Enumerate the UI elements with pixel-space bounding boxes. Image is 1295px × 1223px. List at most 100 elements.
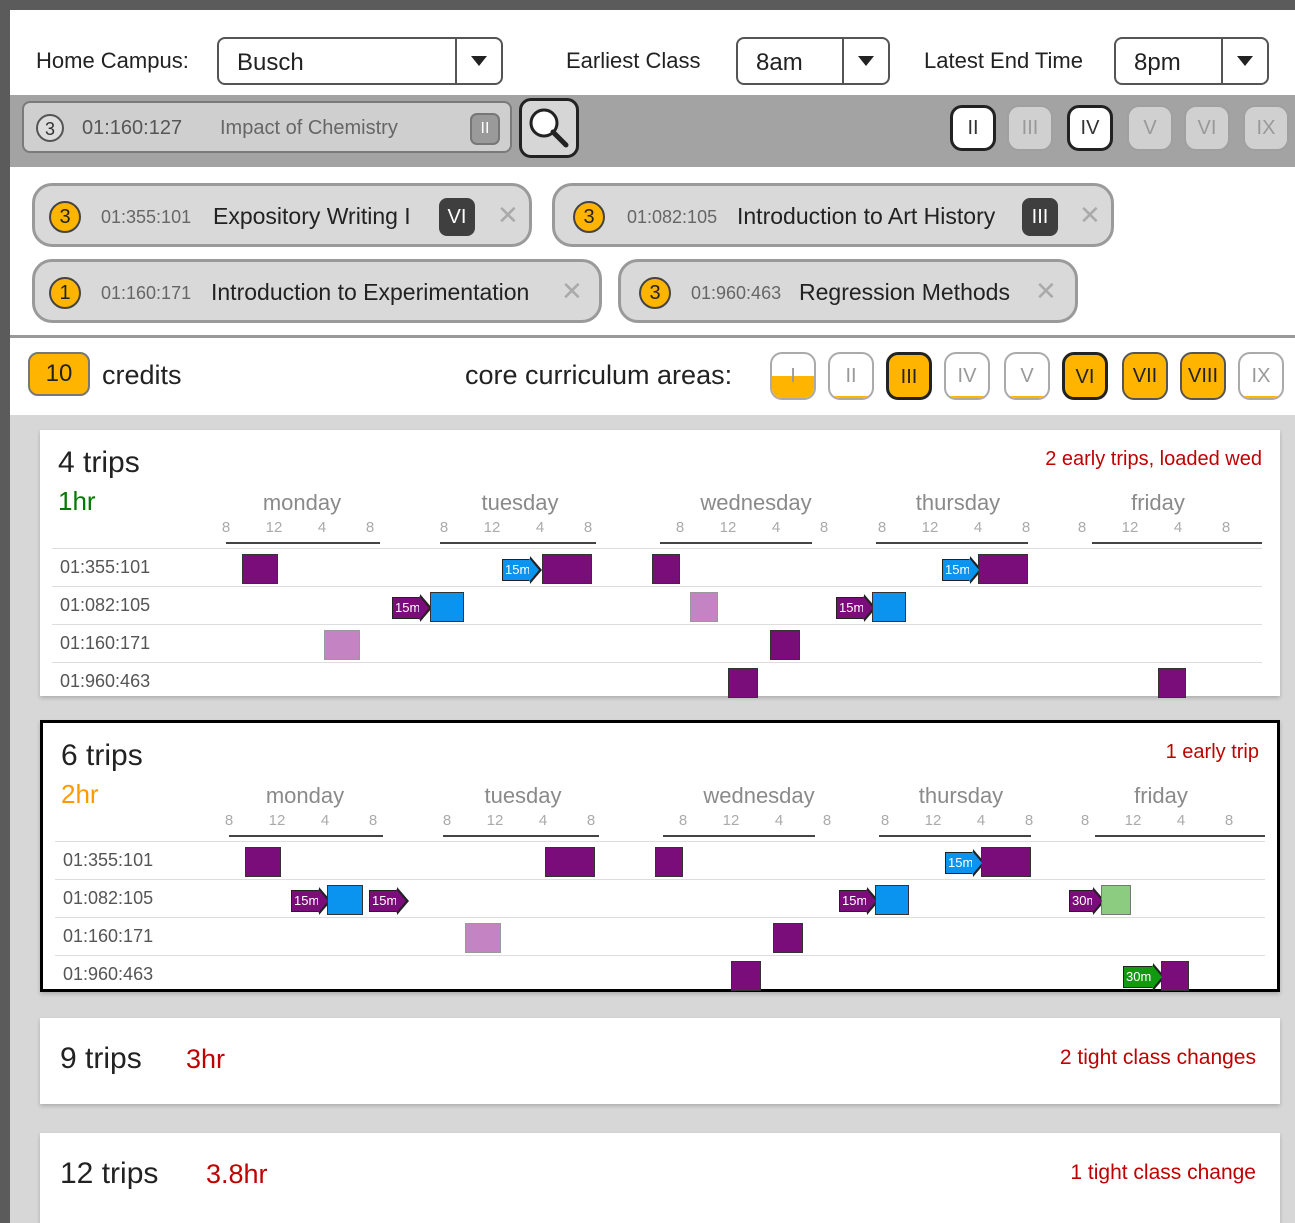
class-block[interactable] bbox=[324, 630, 360, 660]
hour-tick: 4 bbox=[317, 519, 327, 536]
class-block[interactable] bbox=[242, 554, 278, 584]
close-icon[interactable]: ✕ bbox=[497, 201, 519, 229]
latest-end-select[interactable]: 8pm bbox=[1114, 37, 1269, 85]
row-divider bbox=[55, 917, 1265, 918]
home-campus-select[interactable]: Busch bbox=[217, 37, 503, 85]
travel-arrow: 30m bbox=[1069, 887, 1105, 915]
hour-tick: 12 bbox=[719, 519, 737, 536]
credits-circle: 3 bbox=[573, 201, 605, 233]
close-icon[interactable]: ✕ bbox=[1035, 277, 1057, 305]
class-block[interactable] bbox=[327, 885, 363, 915]
course-pill[interactable]: 3 01:355:101 Expository Writing I VI ✕ bbox=[32, 183, 532, 247]
core-area-chip[interactable]: IX bbox=[1238, 352, 1284, 400]
course-search-input[interactable]: 3 01:160:127 Impact of Chemistry II bbox=[22, 101, 512, 153]
core-area-chip[interactable]: VI bbox=[1062, 352, 1108, 400]
area-filter-v[interactable]: V bbox=[1127, 105, 1173, 151]
course-code: 01:355:101 bbox=[101, 207, 192, 227]
row-divider bbox=[52, 624, 1262, 625]
hour-tick: 8 bbox=[822, 812, 832, 829]
area-filter-ix[interactable]: IX bbox=[1243, 105, 1289, 151]
row-divider bbox=[52, 586, 1262, 587]
search-button[interactable] bbox=[519, 98, 579, 158]
hour-tick: 12 bbox=[483, 519, 501, 536]
core-area-label: II bbox=[845, 365, 857, 387]
core-area-chip[interactable]: II bbox=[828, 352, 874, 400]
hour-tick: 8 bbox=[1077, 519, 1087, 536]
course-pill[interactable]: 1 01:160:171 Introduction to Experimenta… bbox=[32, 259, 602, 323]
core-area-chip[interactable]: I bbox=[770, 352, 816, 400]
area-filter-iii[interactable]: III bbox=[1007, 105, 1053, 151]
schedule-option[interactable]: 4 trips 1hr 2 early trips, loaded wed mo… bbox=[40, 430, 1280, 698]
chevron-down-icon[interactable] bbox=[455, 39, 501, 83]
hour-tick: 4 bbox=[973, 519, 983, 536]
class-block[interactable] bbox=[465, 923, 501, 953]
class-block[interactable] bbox=[1161, 961, 1189, 991]
class-block[interactable] bbox=[978, 554, 1028, 584]
core-area-chip[interactable]: VIII bbox=[1180, 352, 1226, 400]
class-block[interactable] bbox=[655, 847, 683, 877]
class-block[interactable] bbox=[731, 961, 761, 991]
class-block[interactable] bbox=[542, 554, 592, 584]
class-block[interactable] bbox=[1158, 668, 1186, 698]
travel-arrow: 15m bbox=[291, 887, 331, 915]
class-block[interactable] bbox=[690, 592, 718, 622]
class-block[interactable] bbox=[1101, 885, 1131, 915]
day-axis-line bbox=[1092, 542, 1262, 544]
hour-tick: 8 bbox=[442, 812, 452, 829]
row-course-code: 01:160:171 bbox=[63, 926, 154, 946]
core-areas-label: core curriculum areas: bbox=[465, 360, 733, 390]
travel-arrow: 15m bbox=[942, 556, 982, 584]
close-icon[interactable]: ✕ bbox=[561, 277, 583, 305]
core-area-label: VIII bbox=[1187, 365, 1218, 387]
schedule-warning: 1 early trip bbox=[1165, 741, 1259, 763]
course-pill[interactable]: 3 01:082:105 Introduction to Art History… bbox=[552, 183, 1114, 247]
credits-circle: 3 bbox=[639, 277, 671, 309]
class-block[interactable] bbox=[728, 668, 758, 698]
class-block[interactable] bbox=[545, 847, 595, 877]
core-area-label: IV bbox=[957, 365, 977, 387]
class-block[interactable] bbox=[430, 592, 464, 622]
travel-arrow: 30m bbox=[1123, 963, 1165, 991]
core-area-chip[interactable]: IV bbox=[944, 352, 990, 400]
chevron-down-icon[interactable] bbox=[842, 39, 888, 83]
day-label: tuesday bbox=[484, 783, 562, 808]
core-area-chip[interactable]: VII bbox=[1122, 352, 1168, 400]
close-icon[interactable]: ✕ bbox=[1079, 201, 1101, 229]
core-area-progress bbox=[946, 395, 988, 398]
row-course-code: 01:082:105 bbox=[60, 595, 151, 615]
area-filter-label: VI bbox=[1197, 117, 1217, 139]
class-block[interactable] bbox=[872, 592, 906, 622]
core-area-label: V bbox=[1020, 365, 1034, 387]
earliest-class-select[interactable]: 8am bbox=[736, 37, 890, 85]
hour-tick: 8 bbox=[365, 519, 375, 536]
area-filter-iv[interactable]: IV bbox=[1067, 105, 1113, 151]
class-block[interactable] bbox=[981, 847, 1031, 877]
core-area-chip[interactable]: III bbox=[886, 352, 932, 400]
hour-tick: 4 bbox=[538, 812, 548, 829]
area-filter-ii[interactable]: II bbox=[950, 105, 996, 151]
course-pill[interactable]: 3 01:960:463 Regression Methods ✕ bbox=[618, 259, 1078, 323]
core-area-label: VII bbox=[1132, 365, 1158, 387]
schedule-option[interactable]: 12 trips 3.8hr 1 tight class change bbox=[40, 1133, 1280, 1223]
core-area-chip[interactable]: V bbox=[1004, 352, 1050, 400]
class-block[interactable] bbox=[245, 847, 281, 877]
hour-tick: 8 bbox=[368, 812, 378, 829]
schedule-option[interactable]: 9 trips 3hr 2 tight class changes bbox=[40, 1018, 1280, 1104]
hour-tick: 4 bbox=[320, 812, 330, 829]
credits-label: credits bbox=[102, 360, 182, 390]
class-block[interactable] bbox=[770, 630, 800, 660]
class-block[interactable] bbox=[652, 554, 680, 584]
area-filter-label: III bbox=[1021, 117, 1039, 139]
earliest-class-label: Earliest Class bbox=[566, 48, 701, 73]
hour-tick: 12 bbox=[1121, 519, 1139, 536]
class-block[interactable] bbox=[773, 923, 803, 953]
hour-tick: 8 bbox=[221, 519, 231, 536]
hour-tick: 12 bbox=[722, 812, 740, 829]
course-title: Introduction to Experimentation bbox=[211, 279, 530, 305]
schedule-option-selected[interactable]: 6 trips 2hr 1 early trip monday 8 12 4 8 tues… bbox=[40, 720, 1280, 992]
chevron-down-icon[interactable] bbox=[1221, 39, 1267, 83]
selected-courses: 3 01:355:101 Expository Writing I VI ✕ 3… bbox=[10, 167, 1295, 335]
area-filter-vi[interactable]: VI bbox=[1184, 105, 1230, 151]
hour-tick: 8 bbox=[1080, 812, 1090, 829]
class-block[interactable] bbox=[875, 885, 909, 915]
